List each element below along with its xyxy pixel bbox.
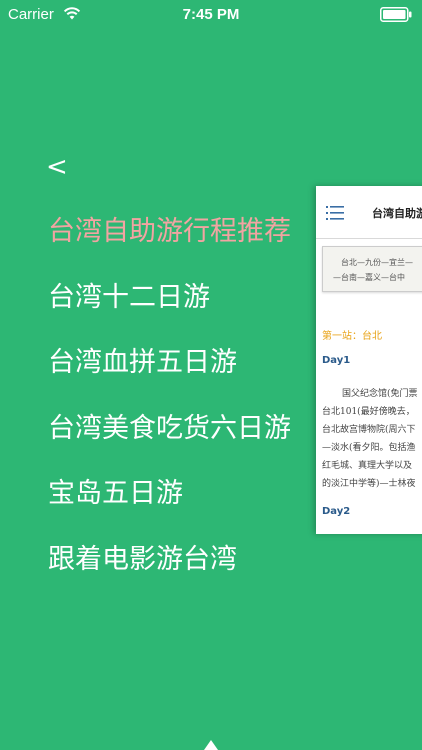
- day1-text-line: 的淡江中学等)—士林夜: [322, 479, 416, 489]
- battery-icon: [380, 7, 412, 22]
- day2-heading: Day2: [322, 506, 351, 517]
- route-box: 台北—九份—宜兰— —台南—嘉义—台中: [322, 246, 422, 292]
- status-time: 7:45 PM: [182, 6, 240, 23]
- menu-item-twelve-day-tour[interactable]: 台湾十二日游: [48, 274, 291, 340]
- card-header: 台湾自助游: [316, 186, 422, 239]
- side-menu: 台湾自助游行程推荐 台湾十二日游 台湾血拼五日游 台湾美食吃货六日游 宝岛五日游…: [48, 208, 291, 601]
- menu-item-food-six-day-tour[interactable]: 台湾美食吃货六日游: [48, 405, 291, 471]
- content-preview-card[interactable]: 台湾自助游 台北—九份—宜兰— —台南—嘉义—台中 第一站：台北 Day1 国父…: [316, 186, 422, 534]
- route-line-1: 台北—九份—宜兰—: [341, 258, 413, 267]
- card-title: 台湾自助游: [372, 207, 422, 220]
- route-line-2: —台南—嘉义—台中: [333, 273, 405, 282]
- day1-text-line: 国父纪念馆(免门票: [342, 389, 418, 399]
- day1-text-line: 红毛城、真理大学以及: [322, 461, 413, 471]
- status-bar: Carrier 7:45 PM: [0, 0, 422, 30]
- bottom-handle-caret-icon[interactable]: [204, 740, 218, 750]
- day1-text-line: 台北101(最好傍晚去，: [322, 407, 415, 417]
- menu-item-tour-recommendations[interactable]: 台湾自助游行程推荐: [48, 208, 291, 274]
- menu-item-movie-tour[interactable]: 跟着电影游台湾: [48, 536, 291, 602]
- menu-item-island-five-day-tour[interactable]: 宝岛五日游: [48, 470, 291, 536]
- menu-item-shopping-five-day-tour[interactable]: 台湾血拼五日游: [48, 339, 291, 405]
- station-heading: 第一站：台北: [322, 331, 382, 342]
- day1-heading: Day1: [322, 355, 351, 366]
- day1-text-line: 台北故宫博物院(周六下: [322, 425, 416, 435]
- back-button[interactable]: <: [46, 152, 68, 182]
- hamburger-icon[interactable]: [326, 206, 344, 220]
- day1-text-line: —淡水(看夕阳。包括渔: [322, 443, 416, 453]
